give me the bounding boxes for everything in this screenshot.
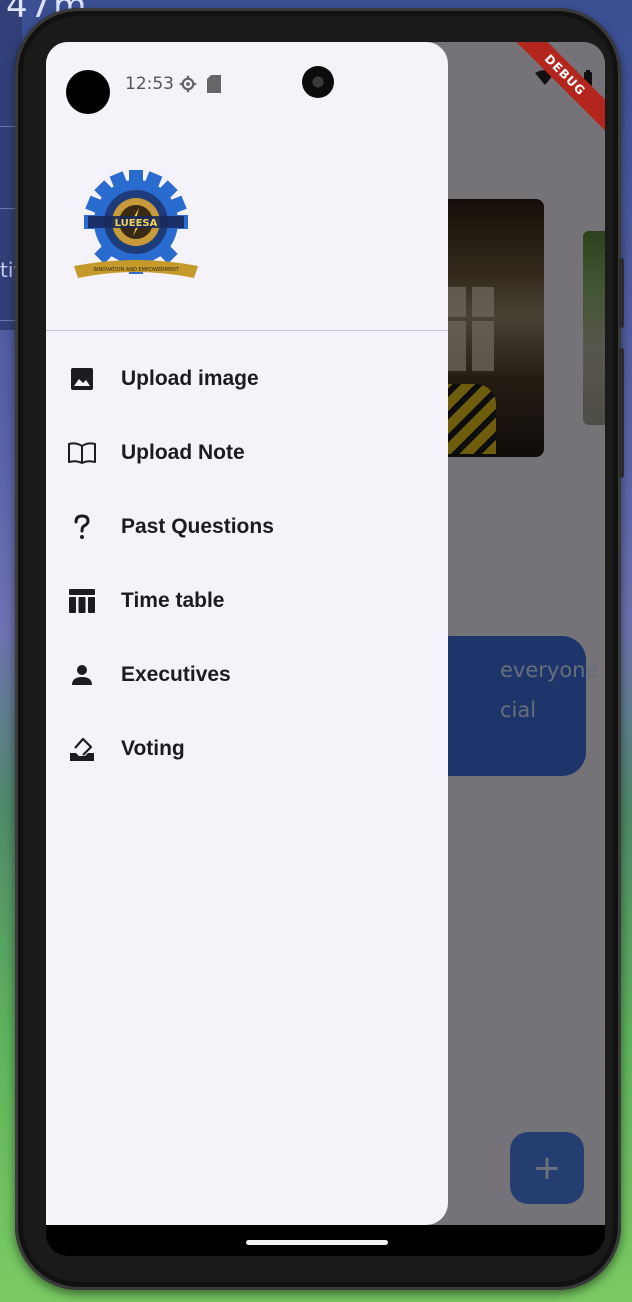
menu-item-label: Upload Note (121, 441, 245, 464)
phone-frame: everyone cial + DEBUG 12:53 (15, 8, 624, 1290)
status-icons-left (179, 75, 221, 93)
image-icon (68, 365, 96, 393)
question-mark-icon (68, 513, 96, 541)
power-button (619, 348, 624, 478)
front-camera (302, 66, 334, 98)
menu-item-past-questions[interactable]: Past Questions (46, 490, 448, 564)
menu-item-label: Time table (121, 589, 225, 612)
navigation-drawer: 12:53 LUEESA INNOVATION AND EMPOWERMENT … (46, 42, 448, 1225)
drawer-menu: Upload image Upload Note Past Questions (46, 342, 448, 786)
sd-card-icon (207, 75, 221, 93)
camera-cutout (66, 70, 110, 114)
phone-screen: everyone cial + DEBUG 12:53 (46, 42, 605, 1256)
drawer-divider (46, 330, 448, 331)
menu-item-label: Voting (121, 737, 185, 760)
menu-item-label: Executives (121, 663, 231, 686)
book-open-icon (68, 439, 96, 467)
menu-item-upload-image[interactable]: Upload image (46, 342, 448, 416)
logo-name: LUEESA (115, 218, 158, 229)
table-icon (68, 587, 96, 615)
lueesa-logo: LUEESA INNOVATION AND EMPOWERMENT (74, 170, 198, 278)
logo-motto: INNOVATION AND EMPOWERMENT (93, 267, 180, 273)
settings-gear-icon (179, 75, 197, 93)
gesture-navigation-bar[interactable] (246, 1240, 388, 1245)
ballot-icon (68, 735, 96, 763)
person-icon (68, 661, 96, 689)
menu-item-upload-note[interactable]: Upload Note (46, 416, 448, 490)
menu-item-executives[interactable]: Executives (46, 638, 448, 712)
volume-button (619, 258, 624, 328)
menu-item-time-table[interactable]: Time table (46, 564, 448, 638)
menu-item-label: Upload image (121, 367, 259, 390)
menu-item-label: Past Questions (121, 515, 274, 538)
status-time: 12:53 (125, 74, 174, 94)
menu-item-voting[interactable]: Voting (46, 712, 448, 786)
